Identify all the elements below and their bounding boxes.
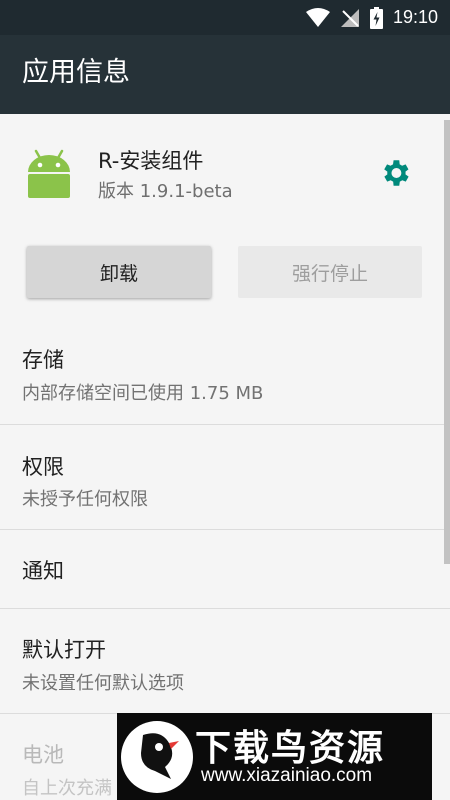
force-stop-button[interactable]: 强行停止 xyxy=(238,246,422,298)
app-version: 版本 1.9.1-beta xyxy=(98,181,233,202)
clock: 19:10 xyxy=(392,7,438,27)
app-header: R-安装组件 版本 1.9.1-beta xyxy=(0,114,450,230)
app-name: R-安装组件 xyxy=(98,149,204,173)
status-bar: 19:10 xyxy=(0,0,450,35)
permissions-item[interactable]: 权限 未授予任何权限 xyxy=(0,425,450,529)
watermark-title: 下载鸟资源 xyxy=(195,728,386,769)
open-by-default-summary: 未设置任何默认选项 xyxy=(22,673,184,694)
notifications-item[interactable]: 通知 xyxy=(0,530,450,608)
watermark-banner: 下载鸟资源 www.xiazainiao.com xyxy=(117,713,432,800)
scrollbar[interactable] xyxy=(444,120,450,564)
gear-icon[interactable] xyxy=(378,156,412,190)
signal-off-icon xyxy=(340,8,359,27)
storage-title: 存储 xyxy=(22,348,64,372)
page-title: 应用信息 xyxy=(22,57,130,88)
storage-item[interactable]: 存储 内部存储空间已使用 1.75 MB xyxy=(0,318,450,424)
android-app-icon xyxy=(28,149,70,198)
status-icons: 19:10 xyxy=(305,0,438,35)
uninstall-button[interactable]: 卸载 xyxy=(27,246,211,298)
permissions-title: 权限 xyxy=(22,455,64,479)
app-bar: 应用信息 xyxy=(0,35,450,114)
battery-charging-icon xyxy=(369,6,383,29)
open-by-default-title: 默认打开 xyxy=(22,638,106,662)
wifi-icon xyxy=(305,7,330,27)
open-by-default-item[interactable]: 默认打开 未设置任何默认选项 xyxy=(0,609,450,713)
watermark-url: www.xiazainiao.com xyxy=(201,765,373,786)
battery-title: 电池 xyxy=(22,743,64,767)
storage-summary: 内部存储空间已使用 1.75 MB xyxy=(22,383,264,404)
watermark-logo xyxy=(121,721,193,793)
app-info-content[interactable]: R-安装组件 版本 1.9.1-beta 卸载 强行停止 存储 内部存储空间已使… xyxy=(0,114,450,800)
bird-logo-icon xyxy=(141,733,179,779)
notifications-title: 通知 xyxy=(22,559,64,583)
permissions-summary: 未授予任何权限 xyxy=(22,489,148,510)
battery-summary: 自上次充满 xyxy=(22,778,112,799)
